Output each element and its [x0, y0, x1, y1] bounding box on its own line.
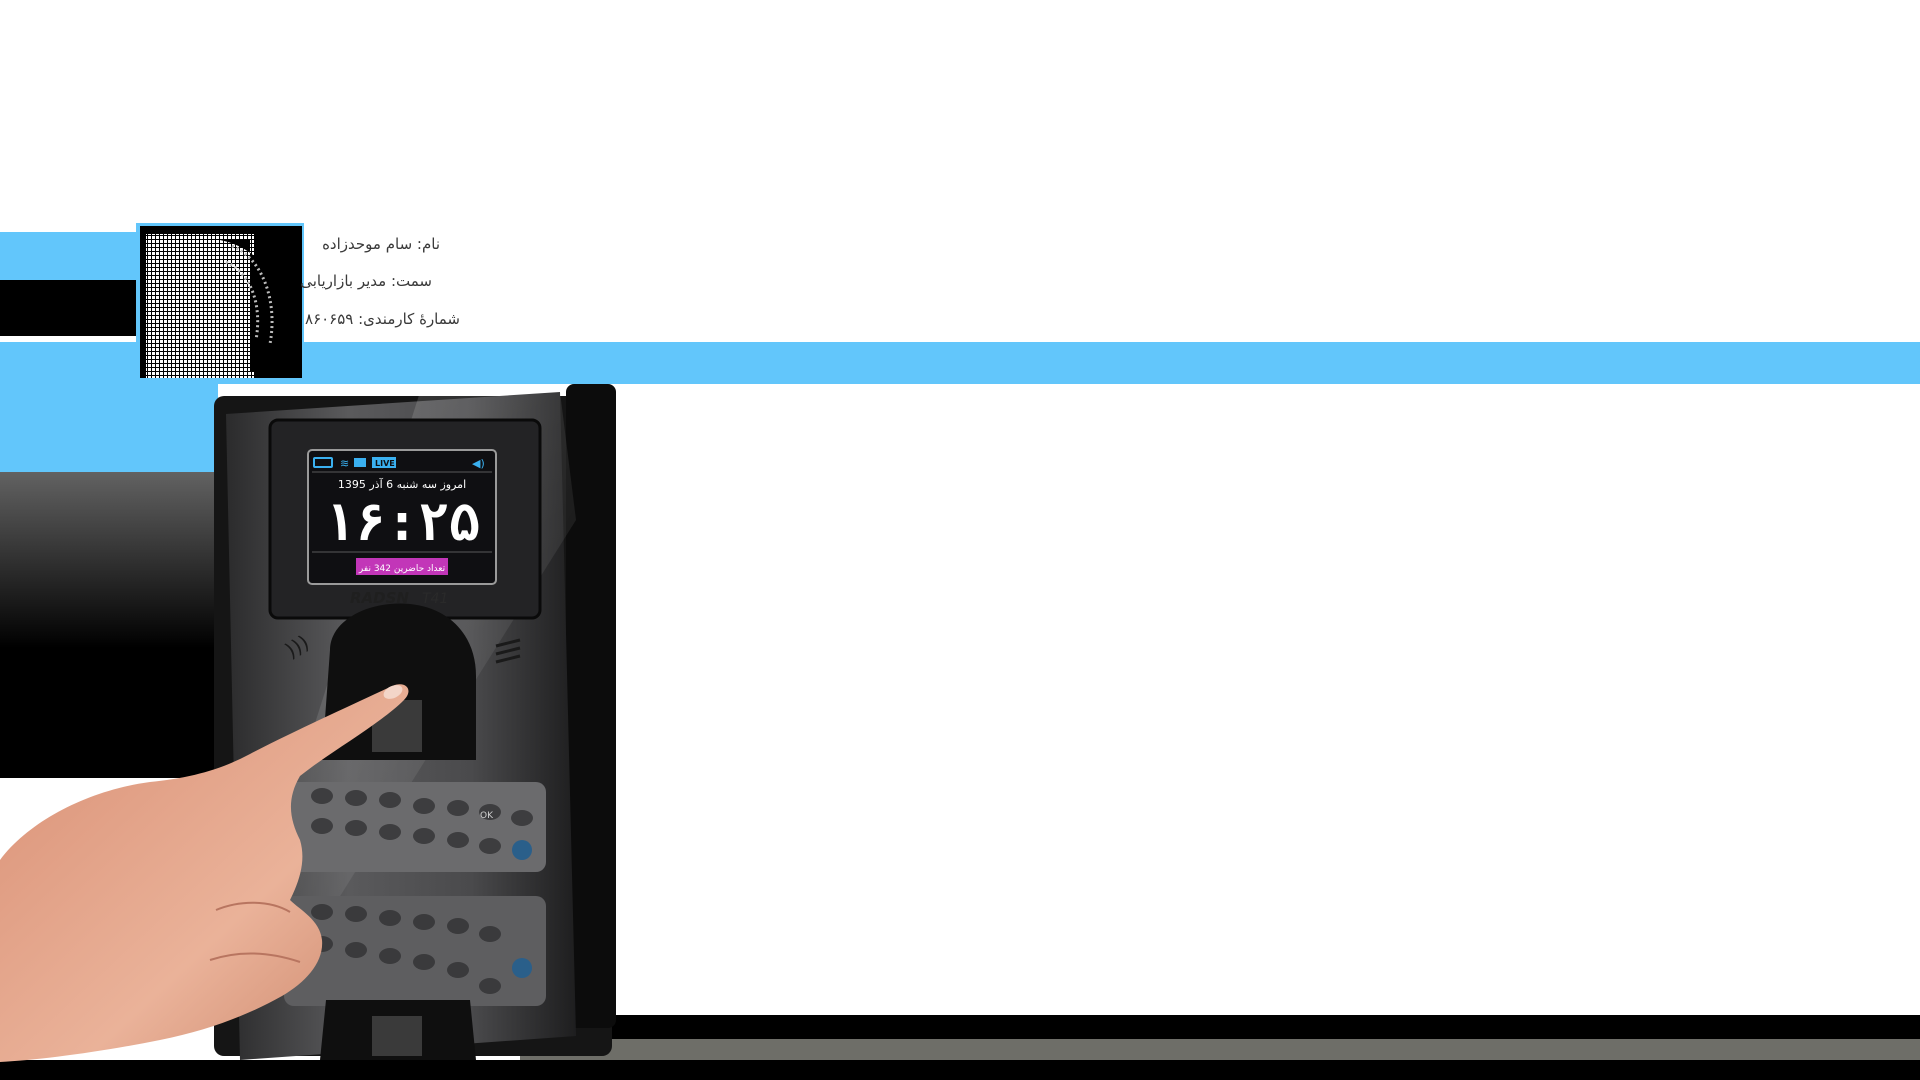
keypad-key[interactable] [345, 820, 367, 836]
wifi-icon: ≋ [340, 457, 349, 470]
employee-name: نام: سام موحدزاده [322, 235, 440, 253]
black-band-bottom-2 [0, 1060, 1920, 1080]
presence-text: تعداد حاضرین 342 نفر [358, 564, 446, 574]
keypad-key[interactable] [345, 790, 367, 806]
status-badge: LIVE [375, 459, 395, 468]
employee-position: سمت: مدیر بازاریابی [300, 272, 432, 290]
keypad-key[interactable] [379, 792, 401, 808]
power-key-icon[interactable] [512, 840, 532, 860]
keypad-key[interactable] [311, 818, 333, 834]
keypad-key[interactable] [447, 832, 469, 848]
black-band-bottom [520, 1015, 1920, 1039]
scene: ≋ LIVE ◀) امروز سه شنبه 6 آذر 1395 ۱۶:۲۵… [0, 223, 1920, 1080]
speaker-icon: ◀) [472, 457, 485, 470]
employee-number: شمارهٔ کارمندی: ۸۶۰۶۵۹ [305, 310, 460, 328]
network-icon [354, 458, 366, 467]
keypad-key[interactable] [413, 828, 435, 844]
screen-clock: ۱۶:۲۵ [324, 493, 481, 553]
gray-band-left [0, 472, 218, 648]
keypad-key[interactable] [479, 838, 501, 854]
keypad-key[interactable] [311, 788, 333, 804]
keypad-key[interactable] [413, 798, 435, 814]
keypad-key[interactable] [447, 800, 469, 816]
accent-band-left [0, 380, 218, 472]
keypad-key[interactable] [379, 824, 401, 840]
accent-band-top [0, 232, 140, 280]
device-side-rim [566, 384, 616, 1028]
device-model: T41 [422, 591, 448, 607]
black-band-left-2 [0, 648, 218, 778]
keypad-key[interactable] [511, 810, 533, 826]
black-band-left-1 [0, 280, 140, 336]
screen-date: امروز سه شنبه 6 آذر 1395 [338, 477, 466, 491]
keypad-ok-label: OK [480, 811, 494, 821]
